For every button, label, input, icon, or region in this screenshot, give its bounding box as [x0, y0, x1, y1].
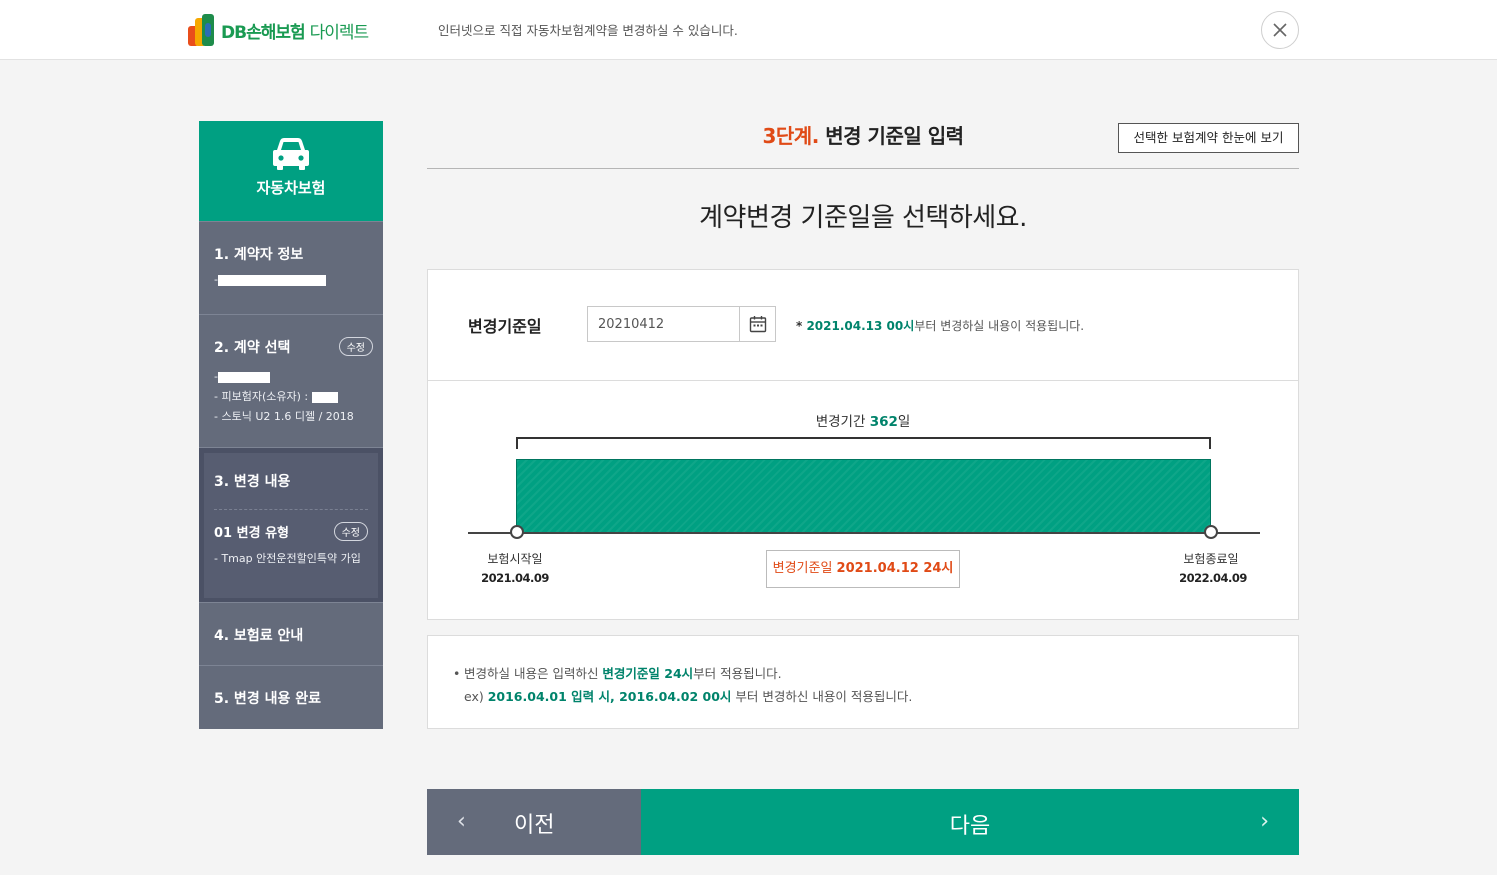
sidebar-step-contractor[interactable]: 1. 계약자 정보 - [199, 221, 383, 314]
start-label: 보험시작일 [487, 552, 543, 566]
edit-badge[interactable]: 수정 [333, 522, 368, 541]
notice-card: • 변경하실 내용은 입력하신 변경기준일 24시부터 적용됩니다. ex) 20… [427, 635, 1299, 729]
start-marker [510, 525, 524, 539]
base-date-input[interactable] [587, 306, 739, 342]
sidebar-step-change[interactable]: 3. 변경 내용 01 변경 유형 수정 - Tmap 안전운전할인특약 가입 [199, 447, 383, 602]
step-title: 5. 변경 내용 완료 [214, 691, 321, 707]
logo-brand: DB손해보험 [221, 22, 306, 43]
date-input-row: 변경기준일 * 2021.04.13 00시부터 변경하실 내용이 적용됩니다. [428, 270, 1298, 381]
step-title: 3. 변경 내용 [214, 453, 368, 510]
chevron-left-icon: ‹ [457, 809, 466, 834]
edit-badge[interactable]: 수정 [338, 337, 373, 356]
period-bar [516, 459, 1211, 533]
title-divider [427, 168, 1299, 169]
masked-info [311, 391, 338, 403]
sidebar-step-contract[interactable]: 2. 계약 선택 수정 - - 피보험자(소유자) : - 스토닉 U2 1.6… [199, 314, 383, 447]
view-contract-summary-button[interactable]: 선택한 보험계약 한눈에 보기 [1118, 123, 1299, 153]
masked-info [217, 371, 270, 383]
end-label: 보험종료일 [1183, 552, 1239, 566]
calendar-icon [749, 316, 766, 333]
step-title: 1. 계약자 정보 [214, 247, 304, 263]
date-selection-card: 변경기준일 * 2021.04.13 00시부터 변경하실 내용이 적용됩니다.… [427, 269, 1299, 620]
car-icon [273, 138, 309, 170]
change-period-label: 변경기간 362일 [815, 414, 911, 430]
step-name: 변경 기준일 입력 [825, 124, 964, 148]
date-apply-note: * 2021.04.13 00시부터 변경하실 내용이 적용됩니다. [796, 319, 1085, 333]
notice-example-line: ex) 2016.04.01 입력 시, 2016.04.02 00시 부터 변… [464, 689, 913, 704]
header-description: 인터넷으로 직접 자동차보험계약을 변경하실 수 있습니다. [438, 23, 738, 38]
date-label: 변경기준일 [468, 317, 542, 336]
db-logo[interactable]: DB손해보험 다이렉트 [188, 14, 370, 46]
detail-line: - [214, 367, 368, 387]
db-logo-mark [188, 14, 218, 46]
masked-info [217, 274, 326, 286]
timeline-axis [468, 532, 1260, 534]
prev-label: 이전 [514, 813, 555, 838]
progress-sidebar: 자동차보험 1. 계약자 정보 - 2. 계약 선택 수정 - - 피보험자(소… [199, 121, 383, 729]
base-date-badge: 변경기준일 2021.04.12 24시 [766, 550, 960, 588]
top-header: DB손해보험 다이렉트 인터넷으로 직접 자동차보험계약을 변경하실 수 있습니… [0, 0, 1497, 60]
chevron-right-icon: › [1260, 809, 1269, 834]
detail-line: - Tmap 안전운전할인특약 가입 [214, 552, 361, 565]
end-date: 2022.04.09 [1179, 571, 1247, 585]
sidebar-title: 자동차보험 [256, 179, 326, 197]
step-detail: - - 피보험자(소유자) : - 스토닉 U2 1.6 디젤 / 2018 [214, 367, 368, 427]
start-date: 2021.04.09 [481, 571, 549, 585]
period-bracket [516, 437, 1211, 449]
calendar-button[interactable] [739, 306, 776, 342]
detail-line: - 피보험자(소유자) : [214, 387, 368, 407]
detail-line: - 스토닉 U2 1.6 디젤 / 2018 [214, 410, 354, 423]
change-period-timeline: 변경기간 362일 보험시작일 2021.04.09 보험종료일 2022.04… [428, 381, 1298, 621]
prev-button[interactable]: ‹ 이전 [427, 789, 641, 855]
notice-line: • 변경하실 내용은 입력하신 변경기준일 24시부터 적용됩니다. [453, 666, 782, 681]
active-step-panel: 3. 변경 내용 01 변경 유형 수정 - Tmap 안전운전할인특약 가입 [204, 453, 378, 598]
end-marker [1204, 525, 1218, 539]
sidebar-step-premium[interactable]: 4. 보험료 안내 [199, 602, 383, 665]
step-detail: - [214, 270, 368, 290]
close-icon [1273, 23, 1287, 37]
sidebar-header: 자동차보험 [199, 121, 383, 221]
step-title: 4. 보험료 안내 [214, 628, 304, 644]
close-button[interactable] [1261, 11, 1299, 49]
logo-sub: 다이렉트 [309, 22, 370, 43]
sidebar-step-complete[interactable]: 5. 변경 내용 완료 [199, 665, 383, 729]
step-number: 3단계. [762, 124, 819, 148]
logo-text: DB손해보험 다이렉트 [221, 18, 370, 43]
next-label: 다음 [949, 814, 991, 839]
next-button[interactable]: 다음 › [641, 789, 1299, 855]
main-heading: 계약변경 기준일을 선택하세요. [699, 203, 1027, 233]
